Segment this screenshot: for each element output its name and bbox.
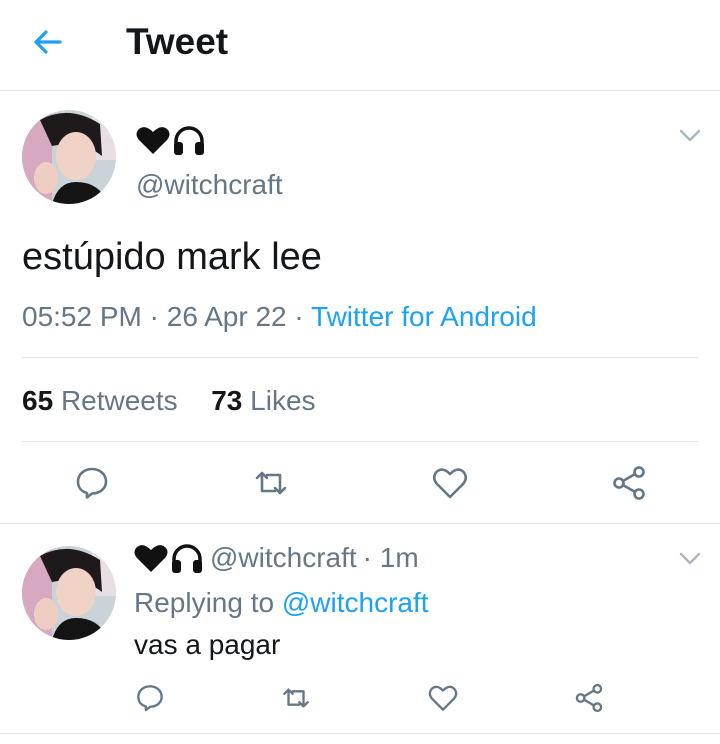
replying-to: Replying to @witchcraft <box>134 586 429 620</box>
meta-separator: · <box>286 301 312 332</box>
likes-label: Likes <box>250 385 316 416</box>
tweet-text: estúpido mark lee <box>22 236 322 278</box>
retweets-label: Retweets <box>60 385 178 416</box>
headphones-icon <box>172 544 202 573</box>
retweet-icon[interactable] <box>281 683 311 713</box>
display-name[interactable] <box>136 124 206 156</box>
reply-icon[interactable] <box>135 683 165 713</box>
replying-label: Replying to <box>134 587 275 618</box>
meta-separator: · <box>141 301 167 332</box>
retweets-count: 65 <box>22 385 54 416</box>
reply-time: · 1m <box>362 542 419 573</box>
reply-text: vas a pagar <box>134 629 281 660</box>
user-handle[interactable]: @witchcraft <box>136 169 283 201</box>
like-heart-icon[interactable] <box>428 683 458 713</box>
tweet-time: 05:52 PM <box>22 301 142 332</box>
reply-header: @witchcraft · 1m <box>134 542 419 574</box>
tweet-source-link[interactable]: Twitter for Android <box>311 301 537 332</box>
replying-handle-link[interactable]: @witchcraft <box>282 587 429 618</box>
like-heart-icon[interactable] <box>432 465 468 501</box>
reply-icon[interactable] <box>74 465 110 501</box>
divider <box>0 523 720 524</box>
avatar[interactable] <box>22 546 116 640</box>
chevron-down-icon[interactable] <box>679 129 701 143</box>
page-title: Tweet <box>126 21 229 62</box>
share-icon[interactable] <box>611 465 647 501</box>
tweet-date: 26 Apr 22 <box>166 301 287 332</box>
divider <box>22 357 698 358</box>
top-bar <box>0 0 720 91</box>
user-handle[interactable]: @witchcraft <box>210 542 357 574</box>
chevron-down-icon[interactable] <box>679 552 701 566</box>
avatar[interactable] <box>22 110 116 204</box>
display-name[interactable] <box>134 542 204 574</box>
retweets-stat[interactable]: 65 Retweets <box>22 385 178 416</box>
black-heart-icon <box>136 127 170 154</box>
divider <box>22 441 698 442</box>
arrow-left-icon[interactable] <box>30 24 66 60</box>
tweet-meta: 05:52 PM · 26 Apr 22 · Twitter for Andro… <box>22 299 537 335</box>
headphones-icon <box>174 126 204 155</box>
tweet-stats: 65 Retweets 73 Likes <box>22 384 316 418</box>
black-heart-icon <box>134 545 168 572</box>
retweet-icon[interactable] <box>253 465 289 501</box>
likes-count: 73 <box>211 385 243 416</box>
likes-stat[interactable]: 73 Likes <box>211 385 315 416</box>
divider <box>0 733 720 734</box>
share-icon[interactable] <box>574 683 604 713</box>
